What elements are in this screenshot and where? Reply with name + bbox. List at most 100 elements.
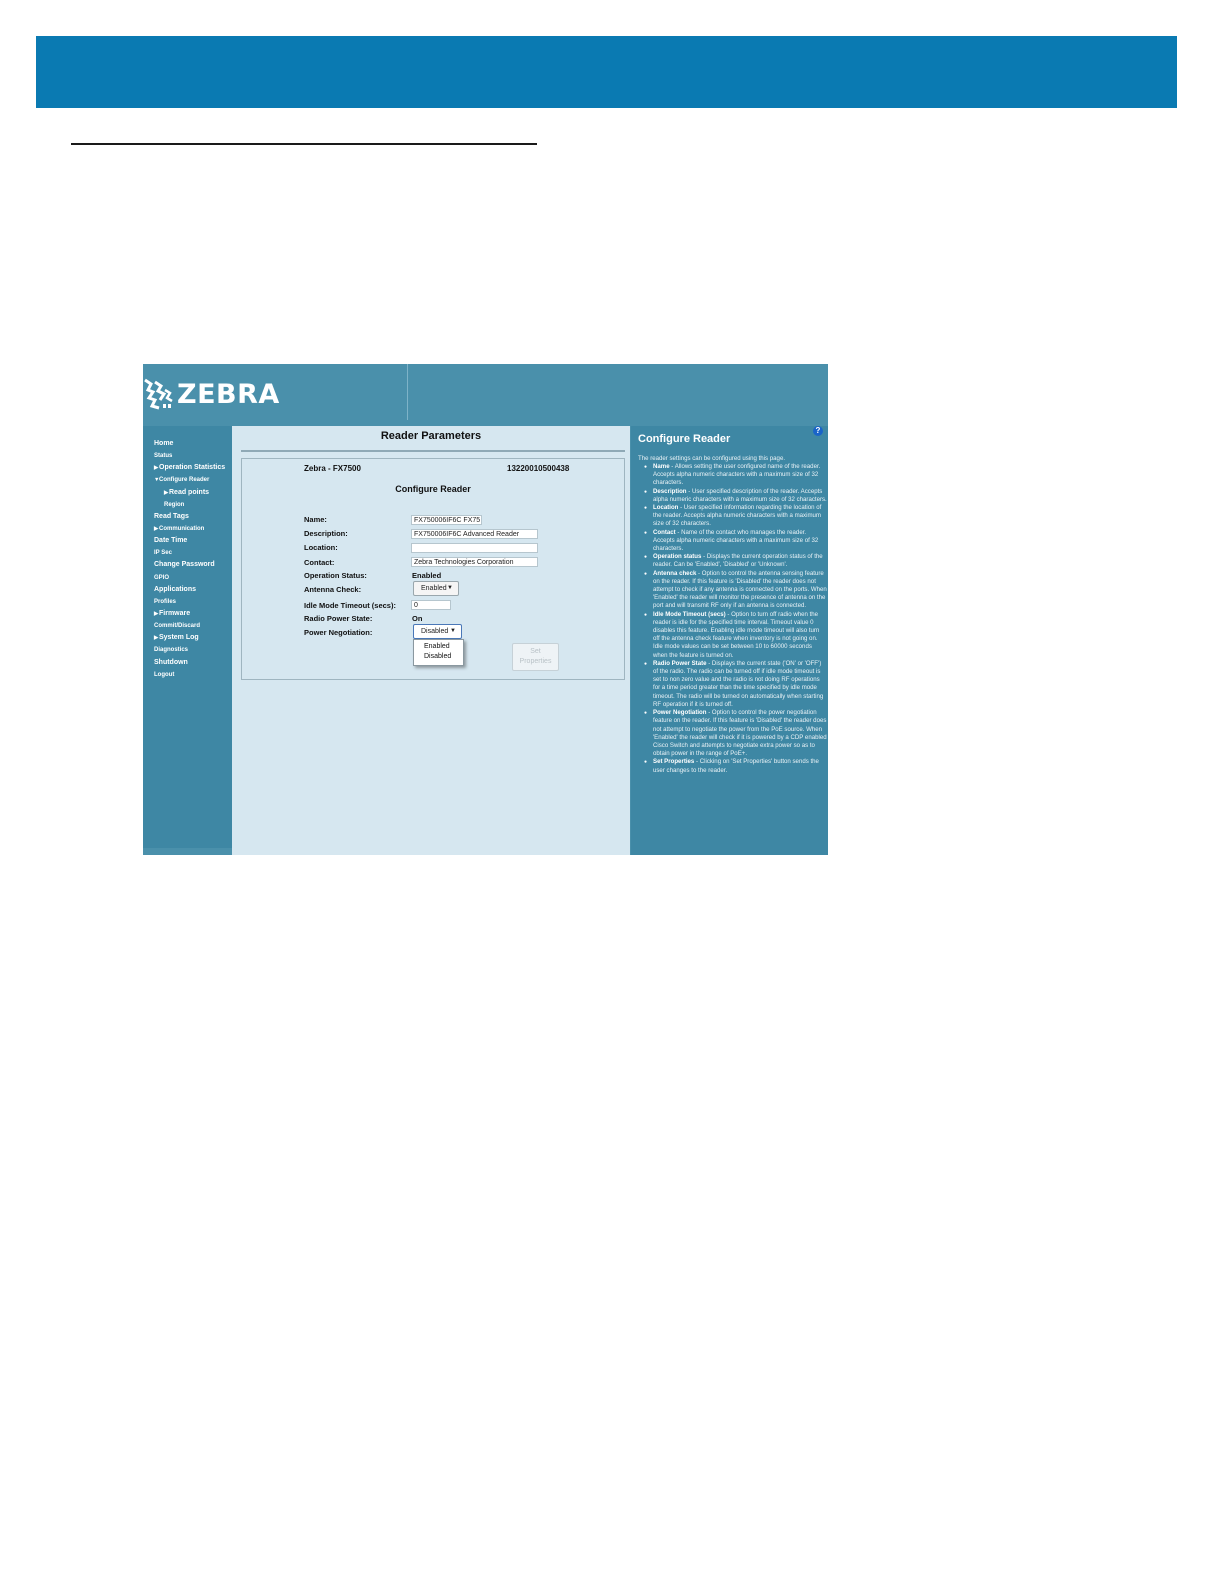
sidebar-item-label: Logout	[154, 671, 175, 678]
sidebar-item[interactable]: Commit/Discard	[154, 620, 225, 632]
nav-list: Home Status ▶Operation Statistics ▼Configur…	[154, 438, 225, 681]
title-divider	[241, 450, 625, 452]
dropdown-option-disabled[interactable]: Disabled	[414, 652, 463, 662]
help-item-text: - Displays the current state ('ON' or 'O…	[653, 659, 824, 708]
reader-serial: 13220010500438	[507, 464, 570, 473]
sidebar-item[interactable]: Region	[154, 499, 225, 511]
zebra-logo: ZEBRA	[143, 376, 280, 412]
description-field[interactable]: FX750006IF6C Advanced Reader	[411, 529, 538, 539]
help-item-term: Antenna check	[653, 569, 697, 577]
power-negotiation-label: Power Negotiation:	[304, 628, 373, 637]
help-item: Power Negotiation - Option to control th…	[644, 709, 828, 758]
help-item-text: - Allows setting the user configured nam…	[653, 463, 821, 487]
chevron-down-icon: ▼	[447, 585, 453, 591]
chevron-down-icon: ▼	[450, 628, 456, 634]
sidebar-item-label: Home	[154, 440, 174, 447]
set-properties-button[interactable]: Set Properties	[512, 643, 559, 671]
sidebar-item[interactable]: Read Tags	[154, 511, 225, 523]
sidebar-item-label: Shutdown	[154, 658, 188, 666]
help-panel: Configure Reader ? The reader settings c…	[631, 426, 828, 855]
dropdown-option-enabled[interactable]: Enabled	[414, 642, 463, 652]
sidebar-item-label: Date Time	[154, 537, 188, 545]
sidebar-item-label: Operation Statistics	[159, 464, 226, 472]
main-content: Reader Parameters Zebra - FX7500 1322001…	[232, 426, 630, 855]
help-item-term: Radio Power State	[653, 659, 707, 667]
help-item-term: Description	[653, 487, 687, 495]
help-item: Description - User specified description…	[644, 487, 828, 504]
location-field[interactable]	[411, 543, 538, 553]
help-item: Operation status - Displays the current …	[644, 553, 828, 569]
description-label: Description:	[304, 529, 348, 538]
zebra-head-icon	[144, 378, 173, 410]
help-intro: The reader settings can be configured us…	[638, 455, 786, 462]
contact-label: Contact:	[304, 558, 335, 567]
help-item-text: - Name of the contact who manages the re…	[653, 528, 819, 553]
antenna-check-label: Antenna Check:	[304, 585, 362, 594]
sidebar-item-label: Read points	[169, 488, 210, 496]
help-list: Name - Allows setting the user configure…	[631, 463, 828, 775]
help-item-term: Location	[653, 504, 679, 512]
sidebar-item-label: GPIO	[154, 574, 170, 581]
idle-mode-label: Idle Mode Timeout (secs):	[304, 601, 396, 610]
idle-mode-field[interactable]: 0	[411, 600, 451, 610]
help-item-term: Set Properties	[653, 758, 695, 766]
help-item: Name - Allows setting the user configure…	[644, 463, 828, 488]
sidebar-item[interactable]: ▶System Log	[154, 632, 225, 644]
reader-admin-screenshot: ZEBRA Home Status ▶Operation Statistics ▼Co…	[143, 364, 828, 855]
sidebar-item[interactable]: GPIO	[154, 572, 225, 584]
radio-power-label: Radio Power State:	[304, 614, 373, 623]
sidebar-item-label: IP Sec	[154, 550, 172, 557]
sidebar-item[interactable]: IP Sec	[154, 547, 225, 559]
operation-status-label: Operation Status:	[304, 571, 367, 580]
sidebar-item[interactable]: Applications	[154, 584, 225, 596]
help-item: Location - User specified information re…	[644, 504, 828, 529]
sidebar-item[interactable]: Home	[154, 438, 225, 450]
sidebar-item[interactable]: ▶Firmware	[154, 608, 225, 620]
power-negotiation-value: Disabled	[421, 628, 449, 635]
antenna-check-value: Enabled	[421, 585, 447, 592]
power-negotiation-select[interactable]: Disabled ▼	[413, 624, 462, 639]
section-rule	[71, 143, 537, 145]
sidebar-item-label: Change Password	[154, 561, 215, 569]
sidebar-item[interactable]: ▶Communication	[154, 523, 225, 535]
help-item: Radio Power State - Displays the current…	[644, 659, 828, 709]
sidebar-item-label: Profiles	[154, 598, 177, 605]
help-item-text: - Option to control the power negotiatio…	[653, 709, 827, 758]
help-item-term: Operation status	[653, 553, 702, 561]
sidebar-item[interactable]: Shutdown	[154, 657, 225, 669]
sidebar-item-label: Configure Reader	[159, 477, 210, 484]
power-negotiation-dropdown: Enabled Disabled	[413, 639, 464, 666]
help-icon[interactable]: ?	[813, 426, 823, 436]
name-field[interactable]: FX750006IF6C FX75	[411, 515, 482, 525]
radio-power-value: On	[412, 614, 423, 623]
help-title: Configure Reader	[638, 433, 731, 445]
sidebar-item-label: System Log	[159, 634, 199, 642]
help-item-text: - User specified information regarding t…	[653, 504, 822, 528]
set-properties-label-line2: Properties	[519, 658, 552, 665]
contact-field[interactable]: Zebra Technologies Corporation	[411, 557, 538, 567]
app-header: ZEBRA	[143, 364, 828, 420]
sidebar-item-label: Region	[164, 501, 185, 508]
sidebar-item-label: Applications	[154, 585, 197, 593]
sidebar-item-label: Status	[154, 453, 173, 460]
sidebar-item[interactable]: Profiles	[154, 596, 225, 608]
sidebar-item[interactable]: ▶Operation Statistics	[154, 462, 225, 474]
sidebar-item[interactable]: Diagnostics	[154, 644, 225, 656]
antenna-check-select[interactable]: Enabled ▼	[413, 581, 459, 596]
help-item: Idle Mode Timeout (secs) - Option to tur…	[644, 610, 828, 660]
help-item: Set Properties - Clicking on 'Set Proper…	[644, 758, 828, 774]
brand-name: ZEBRA	[177, 378, 280, 410]
sidebar-item[interactable]: ▶Read points	[154, 487, 225, 499]
sidebar-item[interactable]: Change Password	[154, 559, 225, 571]
sidebar-item-label: Read Tags	[154, 512, 189, 520]
sidebar-item[interactable]: ▼Configure Reader	[154, 474, 225, 486]
location-label: Location:	[304, 543, 338, 552]
help-item-term: Contact	[653, 528, 676, 536]
sidebar-item[interactable]: Logout	[154, 669, 225, 681]
sidebar-item[interactable]: Date Time	[154, 535, 225, 547]
sidebar-item[interactable]: Status	[154, 450, 225, 462]
reader-model: Zebra - FX7500	[304, 464, 361, 473]
help-item-term: Idle Mode Timeout (secs)	[653, 610, 726, 618]
header-divider	[407, 364, 408, 420]
help-item: Antenna check - Option to control the an…	[644, 569, 828, 611]
